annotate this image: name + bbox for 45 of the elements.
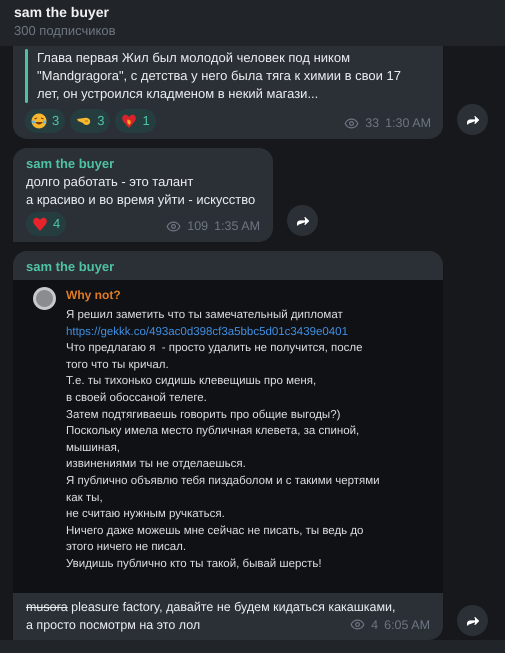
text-line: Поскольку имела место публичная клевета, за спиной, bbox=[66, 424, 360, 440]
text-line: Т.е. ты тихонько сидишь клевещишь про меня, bbox=[66, 374, 316, 390]
text-line: Я решил заметить что ты замечательный дипломат bbox=[66, 308, 343, 323]
subscriber-count: 300 подписчиков bbox=[14, 22, 117, 40]
reaction-chip[interactable]: 3 bbox=[70, 109, 110, 133]
author-name: sam the buyer bbox=[26, 155, 116, 173]
link[interactable]: https://gekkk.co/493ac0d398cf3a5bbc5d01c3439e0401 bbox=[66, 324, 348, 340]
author-name: sam the buyer bbox=[26, 258, 116, 276]
quote-text: Глава первая Жил был молодой человек под ником "Mandgragora", с детства у него была тяга к химии в свои 17 лет, он устроился кладменом в некий магази... bbox=[37, 49, 401, 103]
text-line: как ты, bbox=[66, 490, 103, 506]
message-text-line: а просто посмотрм на это лол bbox=[26, 617, 200, 634]
burning-heart-icon bbox=[121, 113, 138, 129]
message-text: долго работать - это талант а красиво и во время уйти - искусство bbox=[26, 173, 256, 209]
view-count: 109 bbox=[187, 218, 208, 236]
text-line: Ничего даже можешь мне сейчас не писать, ты ведь до bbox=[66, 524, 364, 539]
text-line: в своей обоссаной телеге. bbox=[66, 390, 207, 406]
heart-icon bbox=[32, 216, 48, 232]
author-name: Why not? bbox=[66, 287, 122, 303]
message-time: 6:05 AM bbox=[384, 616, 430, 634]
views-icon bbox=[344, 116, 360, 132]
share-button[interactable] bbox=[457, 104, 488, 135]
reaction-chip[interactable]: 4 bbox=[26, 212, 66, 236]
laughing-face-icon bbox=[31, 113, 47, 129]
message-text-line: musora pleasure factory, давайте не будем кидаться какашками, bbox=[26, 598, 396, 616]
text-line: Увидишь публично кто ты такой, бывай шерсть! bbox=[66, 556, 322, 572]
message-time: 1:30 AM bbox=[385, 115, 431, 132]
text-line: Затем подтягиваешь говорить про общие выгоды?) bbox=[66, 408, 340, 423]
text-line: мышиная, bbox=[66, 440, 120, 456]
share-button[interactable] bbox=[457, 605, 488, 636]
avatar bbox=[33, 287, 56, 310]
text-line: этого ничего не писал. bbox=[66, 540, 186, 556]
reaction-chip[interactable]: 1 bbox=[115, 109, 156, 133]
text-line: не считаю нужным ручкаться. bbox=[66, 507, 225, 522]
view-count: 33 bbox=[365, 115, 380, 132]
text-line: Я публично объявлю тебя пиздаболом и с такими чертями bbox=[66, 474, 380, 489]
text-line: того что ты кричал. bbox=[66, 358, 169, 373]
channel-title: sam the buyer bbox=[14, 3, 110, 22]
text-line: извинениями ты не отделаешься. bbox=[66, 457, 246, 472]
views-icon bbox=[350, 617, 366, 632]
view-count: 4 bbox=[371, 616, 378, 634]
text-line: Что предлагаю я - просто удалить не получится, после bbox=[66, 341, 363, 356]
message-time: 1:35 AM bbox=[214, 218, 260, 236]
share-button[interactable] bbox=[287, 205, 318, 236]
views-icon bbox=[166, 219, 182, 234]
reaction-chip[interactable]: 3 bbox=[25, 109, 66, 133]
